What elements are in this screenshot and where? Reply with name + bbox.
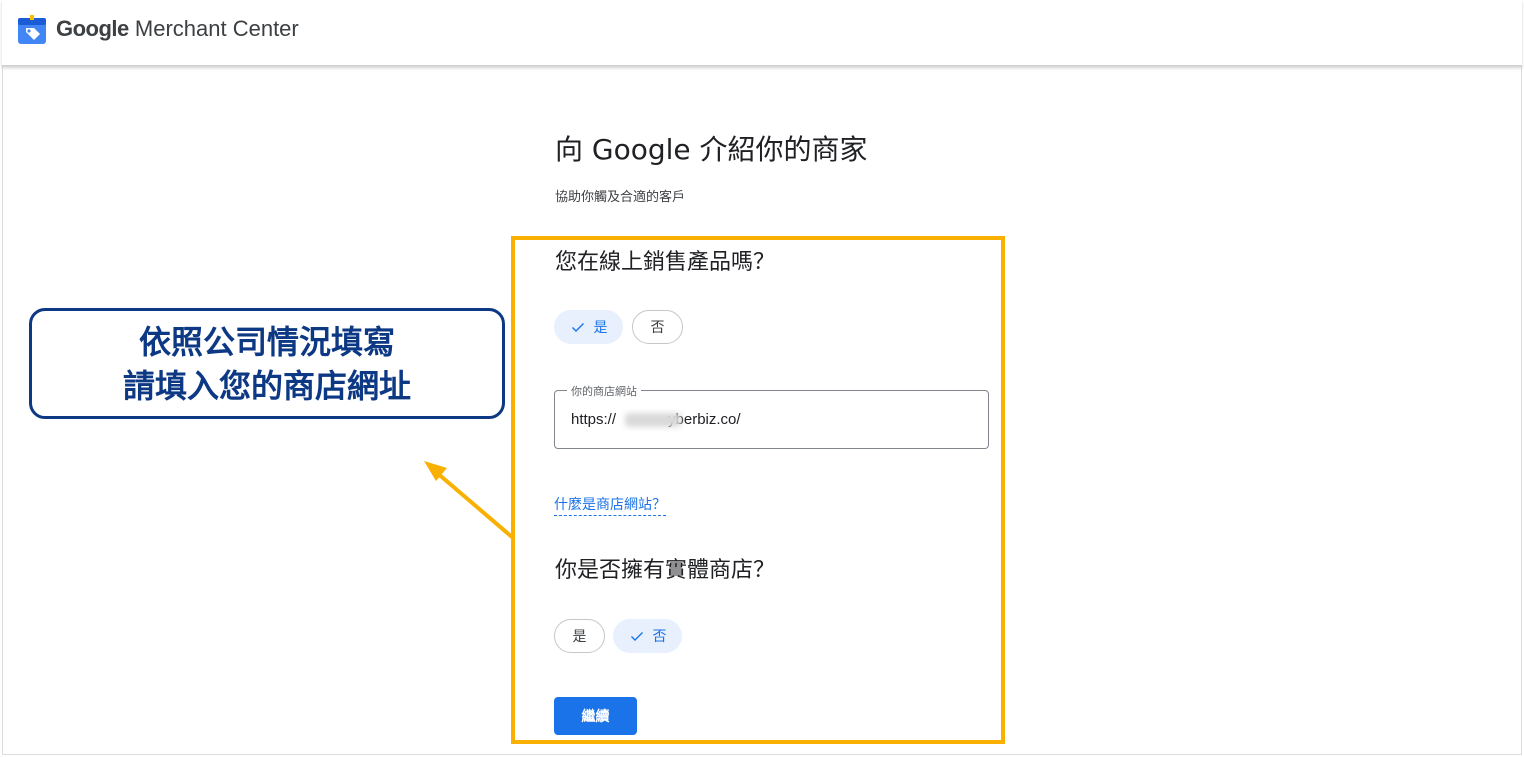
page-title: 向 Google 介紹你的商家: [555, 133, 868, 166]
page-subtitle: 協助你觸及合適的客戶: [555, 190, 686, 205]
highlight-box: [511, 236, 1005, 744]
merchant-center-logo-icon[interactable]: [16, 14, 48, 46]
brand-name: Google Merchant Center: [56, 16, 299, 42]
annotation-line-1: 依照公司情況填寫: [138, 322, 395, 361]
brand-product: Merchant Center: [128, 16, 299, 41]
annotation-callout: 依照公司情況填寫 請填入您的商店網址: [29, 308, 505, 419]
app-header: Google Merchant Center: [2, 0, 1522, 66]
annotation-line-2: 請填入您的商店網址: [122, 366, 411, 405]
brand-google: Google: [56, 16, 129, 41]
